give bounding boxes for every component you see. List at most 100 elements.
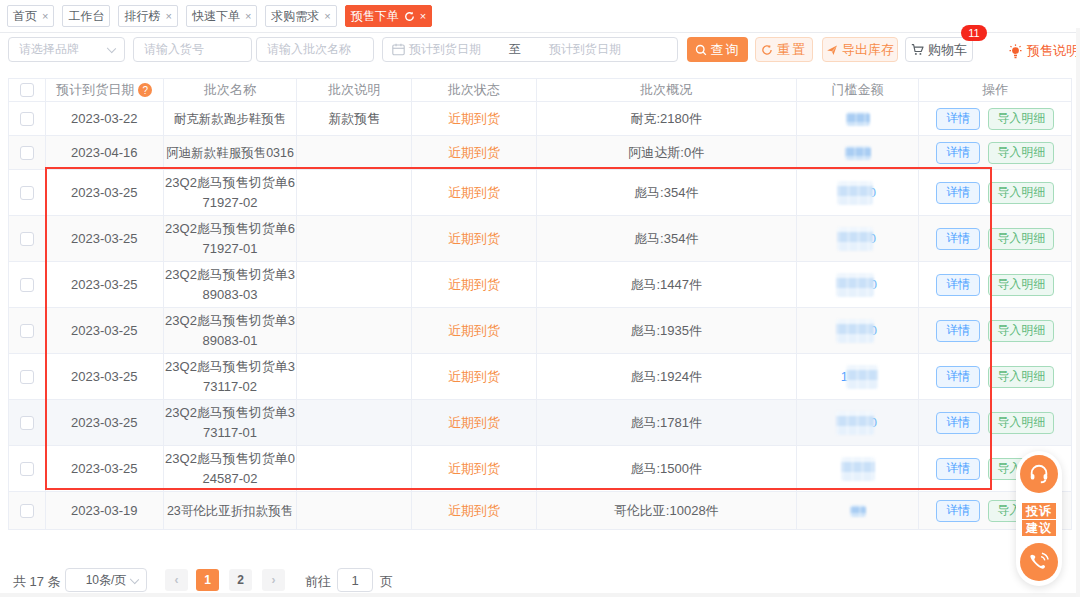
row-checkbox[interactable]: [20, 112, 34, 126]
row-amount-blurred: [845, 146, 871, 160]
table-row: 2023-03-25 23Q2彪马预售切货单389083-03 近期到货 彪马:…: [9, 262, 1071, 308]
phone-contact-button[interactable]: [1020, 543, 1058, 581]
row-checkbox[interactable]: [20, 324, 34, 338]
row-checkbox[interactable]: [20, 504, 34, 518]
row-batch-summary: 彪马:1924件: [630, 368, 702, 386]
row-checkbox[interactable]: [20, 278, 34, 292]
detail-button[interactable]: 详情: [936, 366, 980, 388]
tab-close-icon[interactable]: ×: [165, 11, 171, 22]
detail-button[interactable]: 详情: [936, 500, 980, 522]
date-separator: 至: [485, 41, 545, 58]
tab-presale-order[interactable]: 预售下单×: [345, 5, 432, 27]
row-batch-status: 近期到货: [448, 414, 500, 432]
detail-button[interactable]: 详情: [936, 458, 980, 480]
row-checkbox[interactable]: [20, 186, 34, 200]
brand-select[interactable]: 请选择品牌: [8, 37, 125, 62]
detail-button[interactable]: 详情: [936, 412, 980, 434]
row-batch-status: 近期到货: [448, 368, 500, 386]
cart-button[interactable]: 购物车: [905, 37, 973, 62]
tab-quick-order[interactable]: 快速下单 ×: [186, 5, 257, 27]
tab-home[interactable]: 首页 ×: [7, 5, 54, 27]
row-batch-summary: 哥伦比亚:10028件: [614, 502, 719, 520]
row-checkbox[interactable]: [20, 416, 34, 430]
detail-button[interactable]: 详情: [936, 142, 980, 164]
select-all-checkbox[interactable]: [20, 83, 34, 97]
chevron-down-icon: [130, 575, 139, 584]
import-button[interactable]: 导入明细: [988, 108, 1054, 130]
tab-label: 快速下单: [192, 8, 240, 25]
import-button[interactable]: 导入明细: [988, 366, 1054, 388]
complaint-label-line1: 投诉: [1022, 503, 1056, 519]
tab-close-icon[interactable]: ×: [245, 11, 251, 22]
page-bottom-strip: [0, 593, 1080, 597]
import-button[interactable]: 导入明细: [988, 412, 1054, 434]
goto-page-input[interactable]: 1: [337, 568, 373, 592]
page-button-1[interactable]: 1: [196, 569, 219, 591]
phone-icon: [1029, 552, 1049, 572]
row-batch-name: 23Q2彪马预售切货单671927-01: [165, 219, 296, 259]
tab-close-icon[interactable]: ×: [324, 11, 330, 22]
tab-workbench[interactable]: 工作台: [62, 5, 110, 27]
tab-bar: 首页×工作台排行榜×快速下单×求购需求×预售下单×: [0, 0, 1080, 33]
complaint-suggestion-button[interactable]: 投诉 建议: [1022, 503, 1056, 536]
refresh-icon: [761, 44, 773, 56]
row-amount-blurred: [836, 273, 874, 297]
row-batch-name: 23Q2彪马预售切货单389083-01: [165, 311, 296, 351]
bulb-icon: [1008, 44, 1023, 59]
detail-button[interactable]: 详情: [936, 320, 980, 342]
tab-label: 首页: [13, 8, 37, 25]
customer-service-button[interactable]: [1020, 455, 1058, 493]
import-button[interactable]: 导入明细: [988, 320, 1054, 342]
batch-name-placeholder: 请输入批次名称: [257, 41, 351, 58]
export-inventory-button[interactable]: 导出库存: [822, 37, 898, 62]
row-date: 2023-04-16: [71, 145, 138, 160]
row-checkbox[interactable]: [20, 462, 34, 476]
detail-button[interactable]: 详情: [936, 108, 980, 130]
reset-button[interactable]: 重置: [755, 37, 813, 62]
row-checkbox[interactable]: [20, 232, 34, 246]
row-amount-blurred: [846, 112, 870, 126]
page-unit-label: 页: [380, 573, 393, 591]
search-button[interactable]: 查询: [687, 37, 748, 62]
row-date: 2023-03-19: [71, 503, 138, 518]
detail-button[interactable]: 详情: [936, 274, 980, 296]
presale-help-link[interactable]: 预售说明: [1008, 42, 1079, 60]
prev-page-button[interactable]: ‹: [165, 569, 188, 591]
question-icon[interactable]: ?: [138, 83, 152, 97]
import-button[interactable]: 导入明细: [988, 274, 1054, 296]
import-button[interactable]: 导入明细: [988, 182, 1054, 204]
import-button[interactable]: 导入明细: [988, 228, 1054, 250]
page-size-select[interactable]: 10条/页: [65, 568, 147, 592]
row-batch-status: 近期到货: [448, 230, 500, 248]
detail-button[interactable]: 详情: [936, 182, 980, 204]
table-row: 2023-04-16 阿迪新款鞋服预售0316 近期到货 阿迪达斯:0件 详情 …: [9, 136, 1071, 170]
tab-close-icon[interactable]: ×: [420, 11, 426, 22]
date-range-picker[interactable]: 预计到货日期 至 预计到货日期: [382, 37, 678, 62]
col-batch-note: 批次说明: [297, 79, 412, 101]
row-batch-name: 23哥伦比亚折扣款预售: [167, 501, 293, 521]
next-page-button[interactable]: ›: [262, 569, 285, 591]
date-start-placeholder: 预计到货日期: [405, 41, 485, 58]
row-batch-summary: 彪马:1447件: [630, 276, 702, 294]
batch-name-input[interactable]: 请输入批次名称: [256, 37, 374, 62]
presale-help-label: 预售说明: [1027, 42, 1079, 60]
row-batch-summary: 彪马:354件: [634, 230, 698, 248]
row-amount-blurred: [850, 505, 866, 517]
detail-button[interactable]: 详情: [936, 228, 980, 250]
col-batch-status: 批次状态: [412, 79, 537, 101]
item-no-placeholder: 请输入货号: [134, 41, 204, 58]
export-button-label: 导出库存: [842, 41, 894, 59]
search-button-label: 查询: [711, 41, 741, 59]
tab-ranking[interactable]: 排行榜×: [118, 5, 177, 27]
page-button-2[interactable]: 2: [229, 569, 252, 591]
send-icon: [826, 44, 838, 56]
tab-purchase-request[interactable]: 求购需求×: [265, 5, 336, 27]
row-checkbox[interactable]: [20, 146, 34, 160]
import-button[interactable]: 导入明细: [988, 142, 1054, 164]
tab-close-icon[interactable]: ×: [42, 11, 48, 22]
item-no-input[interactable]: 请输入货号: [133, 37, 252, 62]
row-checkbox[interactable]: [20, 370, 34, 384]
row-batch-name: 23Q2彪马预售切货单373117-01: [165, 403, 296, 443]
total-count: 共 17 条: [13, 573, 61, 591]
scrollbar-track[interactable]: [1076, 28, 1080, 597]
